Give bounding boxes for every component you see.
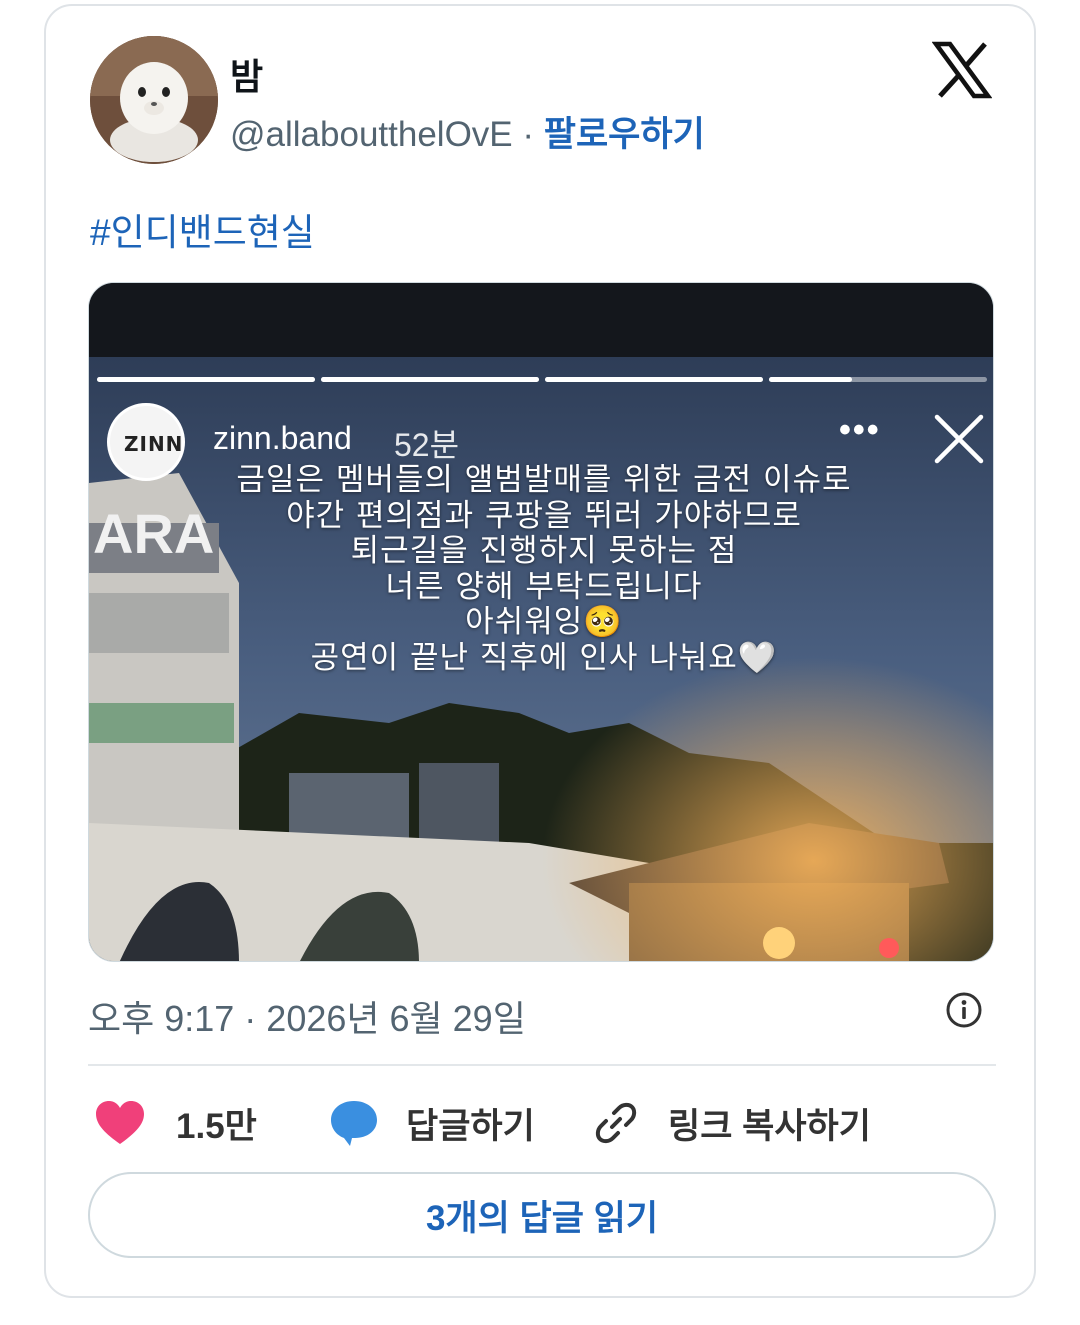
info-icon[interactable] — [944, 990, 984, 1030]
close-icon — [934, 414, 984, 464]
tweet-hashtag[interactable]: #인디밴드현실 — [90, 202, 315, 256]
link-icon — [595, 1102, 637, 1144]
copy-link-button[interactable]: 링크 복사하기 — [592, 1096, 871, 1150]
story-progress-fill — [97, 377, 315, 382]
story-username: zinn.band — [213, 420, 352, 456]
caption-line: 너른 양해 부탁드립니다 — [385, 568, 703, 605]
heart-icon — [96, 1101, 144, 1144]
story-progress-fill — [545, 377, 763, 382]
caption-line: 공연이 끝난 직후에 인사 나눠요🤍 — [310, 639, 778, 676]
reply-label: 답글하기 — [406, 1106, 535, 1146]
story-progress-segment — [321, 377, 539, 382]
author-avatar[interactable] — [90, 36, 218, 164]
handle-separator: · — [522, 115, 535, 154]
story-time-ago: 52분 — [394, 427, 460, 463]
copy-link-label: 링크 복사하기 — [668, 1106, 871, 1146]
author-display-name[interactable]: 밤 — [230, 48, 263, 100]
caption-line: 퇴근길을 진행하지 못하는 점 — [350, 533, 738, 569]
tweet-timestamp[interactable]: 오후 9:17 · 2026년 6월 29일 — [88, 990, 526, 1042]
reply-button[interactable]: 답글하기 — [328, 1096, 535, 1150]
seal-avatar-image — [90, 36, 218, 164]
author-handle-row: @allaboutthelOvE · 팔로우하기 — [230, 106, 705, 157]
story-progress-fill — [769, 377, 852, 382]
tweet-card[interactable]: 밤 @allaboutthelOvE · 팔로우하기 #인디밴드현실 ZINN … — [44, 4, 1036, 1298]
story-more-icon: ••• — [839, 411, 881, 449]
story-avatar-logo: ZINN — [124, 432, 184, 456]
speech-bubble-icon — [331, 1101, 377, 1146]
divider — [88, 1064, 996, 1066]
story-progress-fill — [321, 377, 539, 382]
follow-button[interactable]: 팔로우하기 — [544, 115, 705, 154]
story-progress-segment — [769, 377, 987, 382]
like-button[interactable]: 1.5만 — [94, 1096, 257, 1150]
story-progress-segment — [545, 377, 763, 382]
author-handle[interactable]: @allaboutthelOvE — [230, 115, 513, 154]
caption-line: 금일은 멤버들의 앨범발매를 위한 금전 이슈로 — [236, 462, 852, 498]
story-screenshot-media[interactable]: ARA ZINN zinn.band 52분 ••• — [88, 282, 994, 962]
story-caption: 금일은 멤버들의 앨범발매를 위한 금전 이슈로 야간 편의점과 쿠팡을 뛰러 … — [149, 462, 939, 676]
x-logo-icon[interactable] — [932, 40, 992, 100]
story-progress-segment — [97, 377, 315, 382]
like-count: 1.5만 — [176, 1106, 257, 1146]
read-replies-button[interactable]: 3개의 답글 읽기 — [88, 1172, 996, 1258]
caption-line: 야간 편의점과 쿠팡을 뛰러 가야하므로 — [286, 497, 802, 534]
caption-line: 아쉬워잉🥺 — [465, 604, 623, 640]
